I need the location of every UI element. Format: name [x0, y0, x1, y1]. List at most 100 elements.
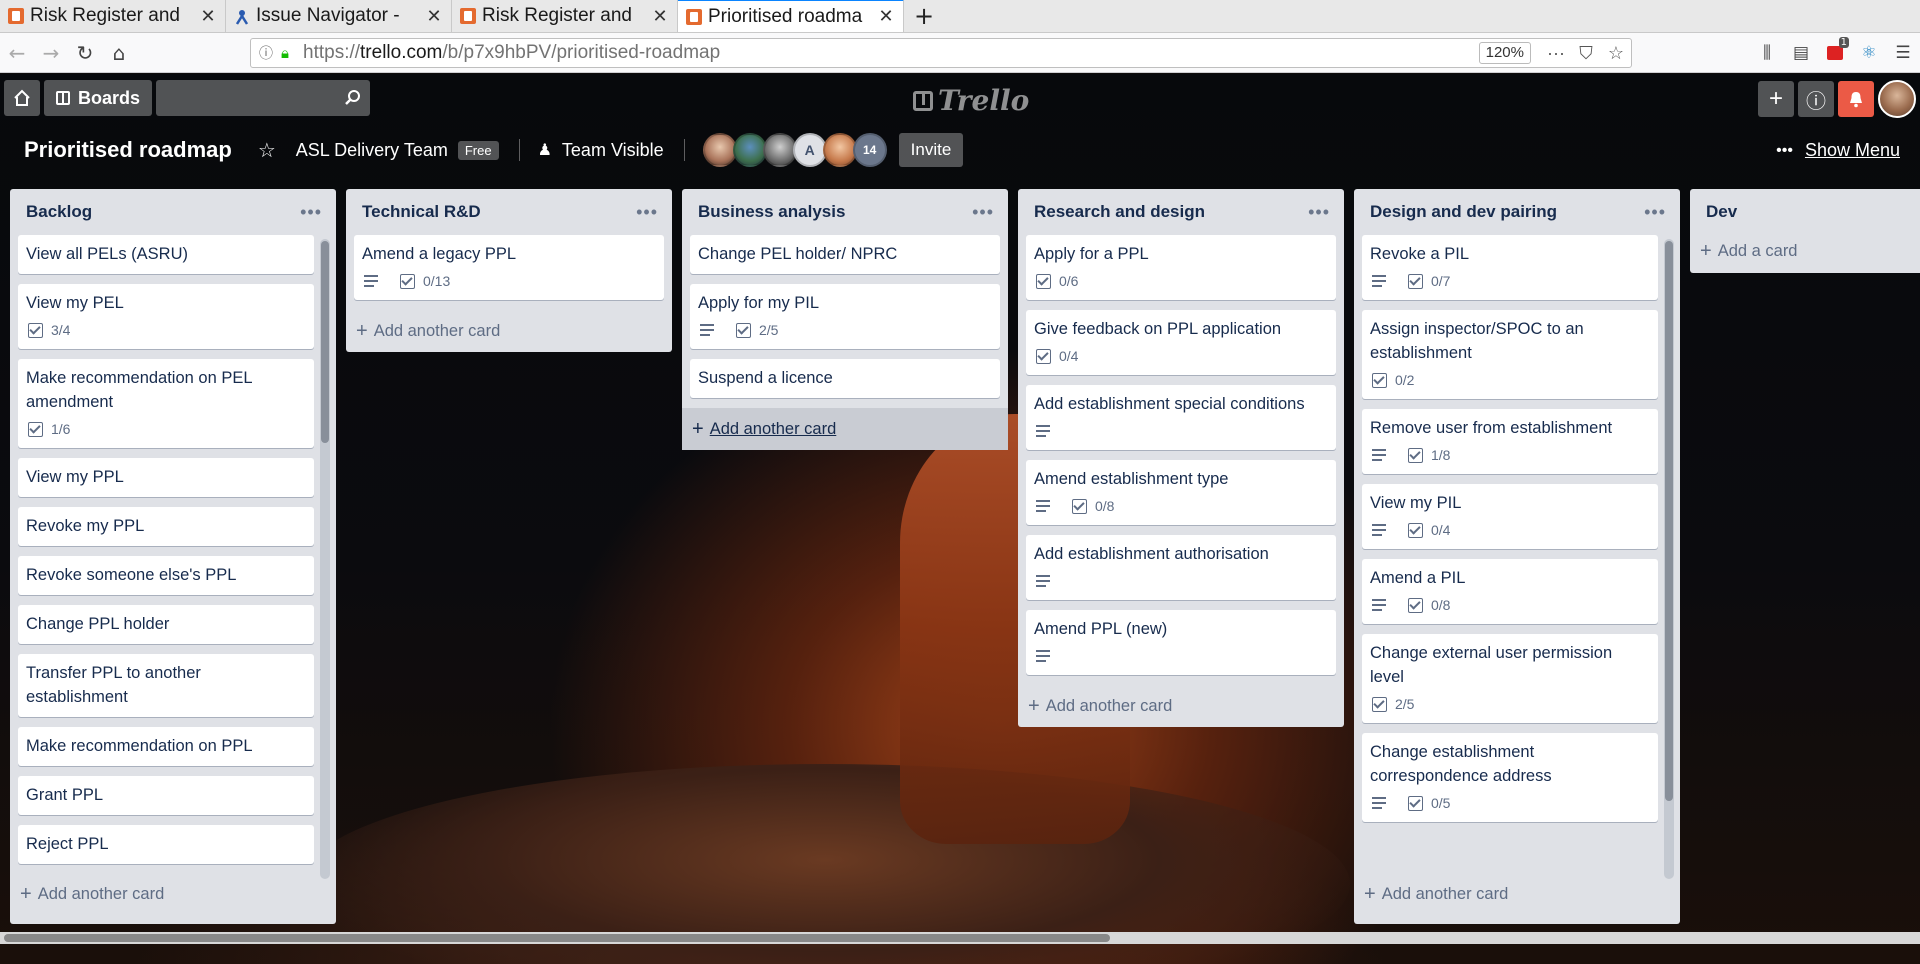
checklist-count: 2/5: [759, 322, 779, 338]
extension-icon[interactable]: 1: [1818, 36, 1852, 70]
card[interactable]: Add establishment authorisation: [1026, 535, 1336, 600]
list-menu-icon[interactable]: •••: [1644, 202, 1666, 223]
list-title[interactable]: Design and dev pairing: [1370, 202, 1557, 222]
list-scrollbar-thumb[interactable]: [321, 241, 329, 443]
divider: [683, 139, 685, 161]
pocket-icon[interactable]: ⛉: [1571, 43, 1601, 64]
visibility-button[interactable]: Team Visible: [562, 140, 664, 161]
list-scrollbar-thumb[interactable]: [1665, 241, 1673, 801]
card[interactable]: Assign inspector/SPOC to an establishmen…: [1362, 310, 1658, 399]
card[interactable]: Change PEL holder/ NPRC: [690, 235, 1000, 274]
create-button[interactable]: +: [1758, 81, 1794, 117]
show-menu-button[interactable]: ••• Show Menu: [1776, 140, 1900, 161]
board-title[interactable]: Prioritised roadmap: [24, 137, 232, 163]
add-card-button[interactable]: + Add another card: [346, 310, 672, 352]
card[interactable]: Amend PPL (new): [1026, 610, 1336, 675]
close-tab-icon[interactable]: ✕: [877, 6, 895, 27]
browser-tab-active[interactable]: Prioritised roadma ✕: [678, 0, 904, 32]
list-title[interactable]: Technical R&D: [362, 202, 481, 222]
card[interactable]: Grant PPL: [18, 776, 314, 815]
list-title[interactable]: Research and design: [1034, 202, 1205, 222]
back-arrow-icon[interactable]: ←: [0, 36, 34, 70]
home-icon[interactable]: ⌂: [102, 36, 136, 70]
reload-icon[interactable]: ↻: [68, 36, 102, 70]
card[interactable]: Apply for my PIL 2/5: [690, 284, 1000, 349]
card[interactable]: Make recommendation on PEL amendment 1/6: [18, 359, 314, 448]
card[interactable]: Amend a PIL 0/8: [1362, 559, 1658, 624]
close-tab-icon[interactable]: ✕: [199, 6, 217, 27]
invite-button[interactable]: Invite: [898, 133, 964, 167]
address-bar[interactable]: ⓘ 🔒︎ https://trello.com/b/p7x9hbPV/prior…: [250, 38, 1632, 68]
add-card-button[interactable]: + Add another card: [1018, 685, 1344, 727]
close-tab-icon[interactable]: ✕: [651, 6, 669, 27]
card[interactable]: Make recommendation on PPL: [18, 727, 314, 766]
star-icon[interactable]: ☆: [258, 138, 276, 163]
page-actions-icon[interactable]: ···: [1541, 43, 1571, 64]
card-title: Change PPL holder: [26, 615, 170, 633]
member-avatar[interactable]: [702, 133, 737, 167]
card[interactable]: Revoke a PIL 0/7: [1362, 235, 1658, 300]
react-devtools-icon[interactable]: ⚛: [1852, 36, 1886, 70]
add-card-button[interactable]: + Add another card: [682, 408, 1008, 450]
list-menu-icon[interactable]: •••: [972, 202, 994, 223]
card[interactable]: Give feedback on PPL application 0/4: [1026, 310, 1336, 375]
card[interactable]: Revoke someone else's PPL: [18, 556, 314, 595]
add-card-button[interactable]: + Add a card: [1690, 235, 1920, 267]
list-menu-icon[interactable]: •••: [1308, 202, 1330, 223]
info-button[interactable]: ⓘ: [1798, 81, 1834, 117]
card[interactable]: Apply for a PPL 0/6: [1026, 235, 1336, 300]
site-info-icon[interactable]: ⓘ: [259, 43, 281, 63]
library-icon[interactable]: ⫼: [1750, 36, 1784, 70]
card[interactable]: Suspend a licence: [690, 359, 1000, 398]
more-members-count[interactable]: 14: [852, 133, 887, 167]
card[interactable]: Change PPL holder: [18, 605, 314, 644]
list-technical-rd: Technical R&D ••• Amend a legacy PPL 0/1…: [346, 189, 672, 352]
card[interactable]: Amend a legacy PPL 0/13: [354, 235, 664, 300]
list-menu-icon[interactable]: •••: [636, 202, 658, 223]
card[interactable]: Add establishment special conditions: [1026, 385, 1336, 450]
board-horizontal-scrollbar[interactable]: [0, 932, 1920, 944]
card[interactable]: Revoke my PPL: [18, 507, 314, 546]
card[interactable]: Remove user from establishment 1/8: [1362, 409, 1658, 474]
sidebar-icon[interactable]: ▤: [1784, 36, 1818, 70]
card[interactable]: View my PEL 3/4: [18, 284, 314, 349]
card[interactable]: Reject PPL: [18, 825, 314, 864]
browser-tab[interactable]: Risk Register and ✕: [0, 0, 226, 32]
card[interactable]: View my PIL 0/4: [1362, 484, 1658, 549]
card[interactable]: View all PELs (ASRU): [18, 235, 314, 274]
member-avatar[interactable]: A: [792, 133, 827, 167]
list-title[interactable]: Dev: [1706, 202, 1737, 222]
browser-tab[interactable]: Risk Register and ✕: [452, 0, 678, 32]
card[interactable]: View my PPL: [18, 458, 314, 497]
new-tab-button[interactable]: +: [904, 0, 944, 32]
list-title[interactable]: Business analysis: [698, 202, 845, 222]
member-avatar[interactable]: [732, 133, 767, 167]
member-avatar[interactable]: [822, 133, 857, 167]
add-card-button[interactable]: + Add another card: [1354, 873, 1680, 915]
hamburger-menu-icon[interactable]: ☰: [1886, 36, 1920, 70]
browser-tab[interactable]: Issue Navigator - ✕: [226, 0, 452, 32]
user-avatar[interactable]: [1878, 80, 1916, 118]
list-scrollbar[interactable]: [1664, 239, 1674, 879]
card[interactable]: Amend establishment type 0/8: [1026, 460, 1336, 525]
home-button[interactable]: [4, 80, 40, 116]
search-input[interactable]: [156, 80, 371, 116]
url-text[interactable]: https://trello.com/b/p7x9hbPV/prioritise…: [303, 42, 1479, 64]
member-avatar[interactable]: [762, 133, 797, 167]
close-tab-icon[interactable]: ✕: [425, 6, 443, 27]
card[interactable]: Transfer PPL to another establishment: [18, 654, 314, 717]
zoom-level[interactable]: 120%: [1478, 42, 1531, 64]
team-name[interactable]: ASL Delivery Team: [296, 140, 448, 161]
boards-button[interactable]: Boards: [44, 80, 153, 116]
board-horizontal-scrollbar-thumb[interactable]: [4, 934, 1110, 942]
trello-logo[interactable]: Trello: [913, 84, 1029, 117]
notifications-button[interactable]: [1838, 81, 1874, 117]
bookmark-star-icon[interactable]: ☆: [1601, 43, 1631, 64]
list-menu-icon[interactable]: •••: [300, 202, 322, 223]
add-card-button[interactable]: + Add another card: [10, 873, 336, 915]
list-scrollbar[interactable]: [320, 239, 330, 879]
card[interactable]: Change establishment correspondence addr…: [1362, 733, 1658, 822]
list-title[interactable]: Backlog: [26, 202, 92, 222]
forward-arrow-icon[interactable]: →: [34, 36, 68, 70]
card[interactable]: Change external user permission level 2/…: [1362, 634, 1658, 723]
